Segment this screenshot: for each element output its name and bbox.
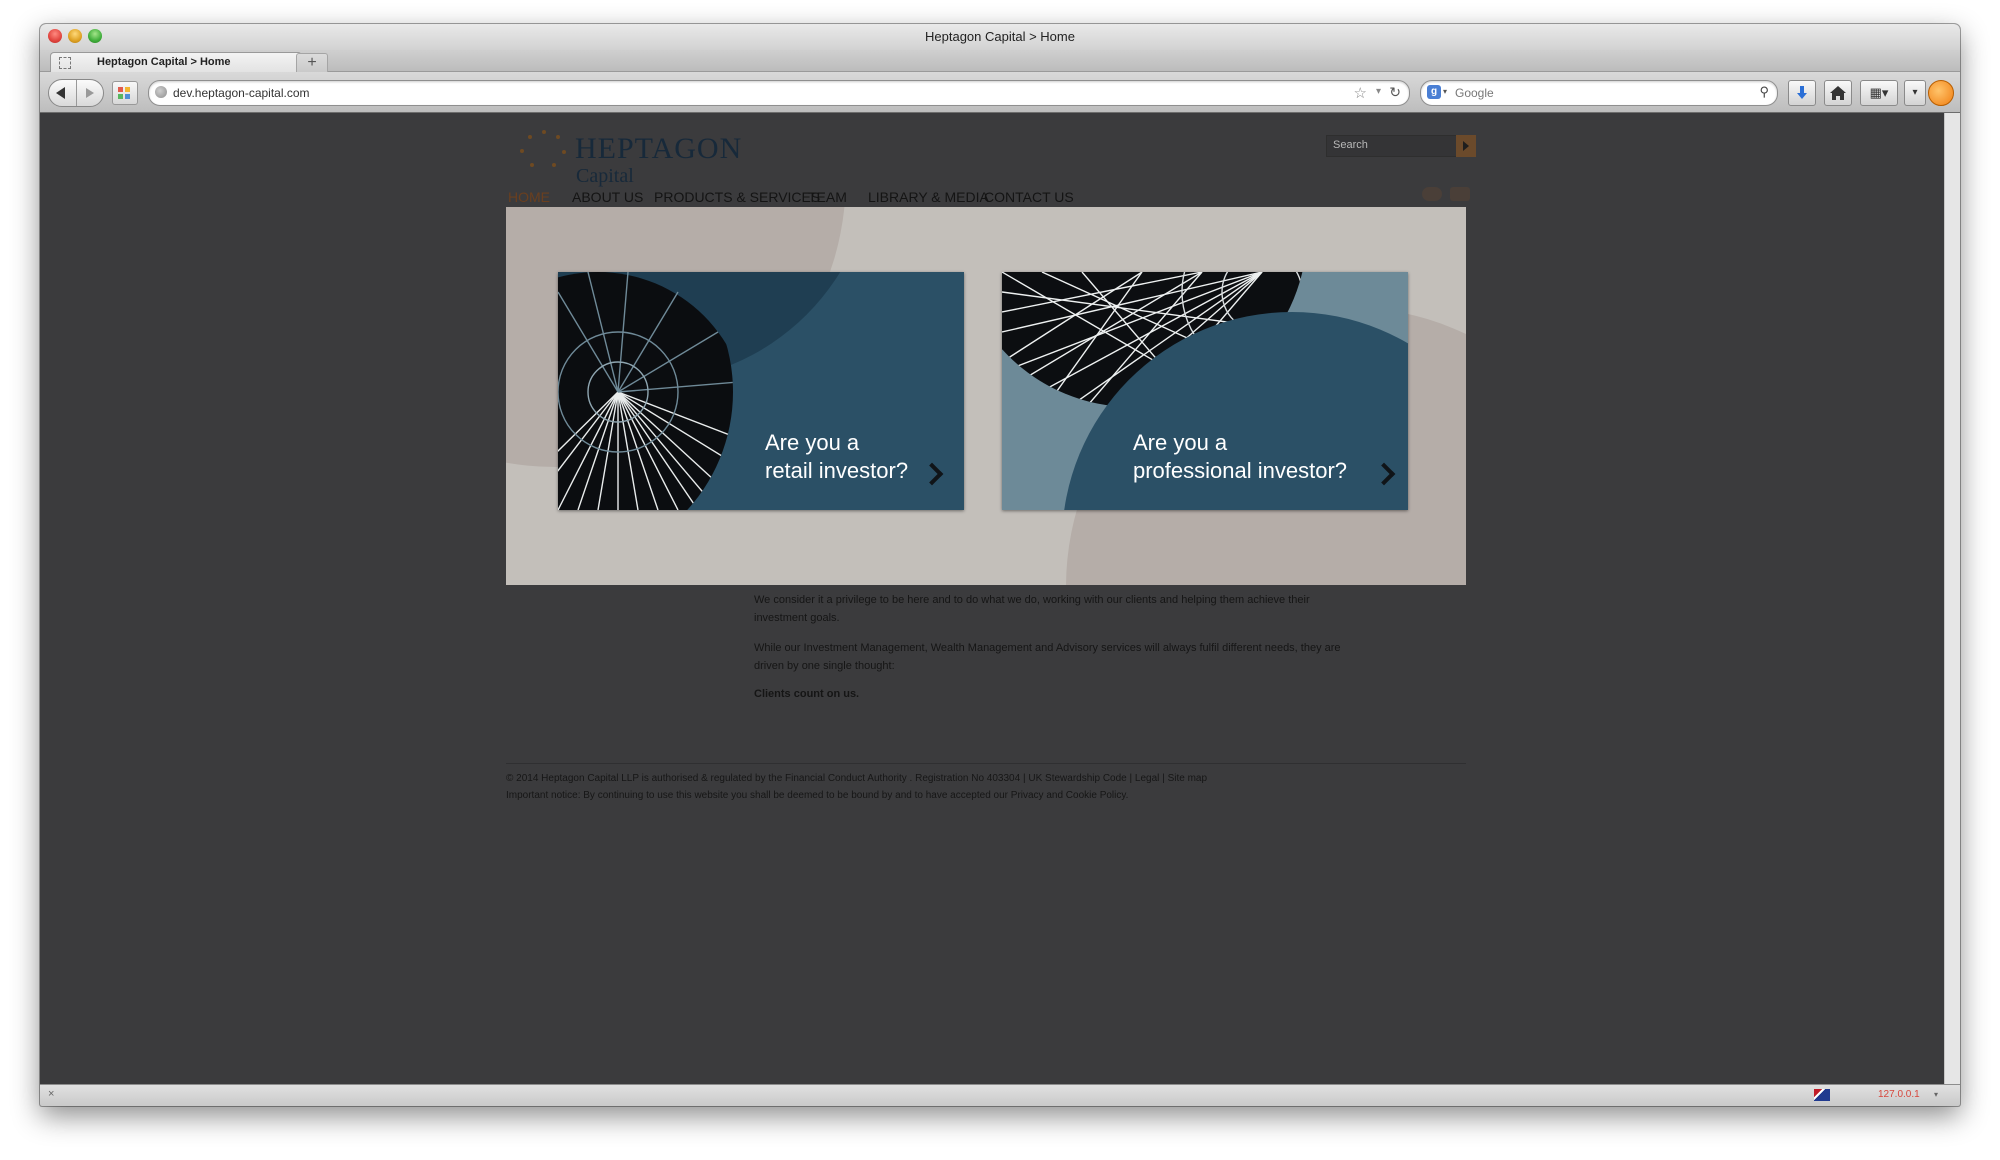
retail-card-line-1: Are you a <box>765 430 860 455</box>
tools-menu-button[interactable]: ▾ <box>1904 80 1926 106</box>
uk-flag-icon[interactable] <box>1814 1089 1830 1101</box>
status-bar: × 127.0.0.1 ▾ <box>40 1084 1960 1106</box>
intro-paragraph-1-line-2: investment goals. <box>754 612 840 624</box>
reload-icon[interactable]: ↻ <box>1389 84 1401 101</box>
nav-about-us[interactable]: ABOUT US <box>572 189 643 205</box>
tab-heptagon-home[interactable]: Heptagon Capital > Home <box>50 52 302 73</box>
nav-products-services[interactable]: PRODUCTS & SERVICES <box>654 189 820 205</box>
footer-copyright: © 2014 Heptagon Capital LLP is authorise… <box>506 773 1021 784</box>
site-search-submit-button[interactable] <box>1456 135 1476 157</box>
nav-toolbar: dev.heptagon-capital.com ☆ ▾ ↻ g ▾ Googl… <box>40 72 1960 113</box>
footer-stewardship-link[interactable]: UK Stewardship Code <box>1028 773 1126 784</box>
back-arrow-icon[interactable] <box>49 80 77 106</box>
addon-button[interactable]: ▦▾ <box>1860 80 1898 106</box>
engine-dropdown-icon[interactable]: ▾ <box>1443 87 1447 96</box>
home-button[interactable] <box>1824 80 1852 106</box>
site-identity-icon[interactable] <box>155 86 167 98</box>
investor-type-overlay: Are you a retail investor? Are you a pro… <box>506 207 1466 585</box>
print-icon[interactable] <box>1422 187 1442 201</box>
page-viewport: HEPTAGON Capital Search HOME ABOUT US PR… <box>40 113 1944 1084</box>
intro-paragraph-1-line-1: We consider it a privilege to be here an… <box>754 594 1310 606</box>
page-favicon-icon <box>59 57 71 69</box>
browser-window: Heptagon Capital > Home Heptagon Capital… <box>40 24 1960 1106</box>
forward-arrow-icon[interactable] <box>77 80 103 106</box>
close-addon-bar-icon[interactable]: × <box>48 1088 54 1100</box>
vertical-scrollbar[interactable] <box>1944 113 1960 1084</box>
footer-legal-link[interactable]: Legal <box>1135 773 1159 784</box>
tab-bar: Heptagon Capital > Home + <box>40 50 1960 73</box>
footer-notice: Important notice: By continuing to use t… <box>506 790 1129 801</box>
nav-library-media[interactable]: LIBRARY & MEDIA <box>868 189 989 205</box>
history-buttons <box>48 79 104 107</box>
star-icon[interactable]: ☆ <box>1354 84 1367 102</box>
web-search-field[interactable]: g ▾ Google ⚲ <box>1420 80 1778 106</box>
address-bar[interactable]: dev.heptagon-capital.com ☆ ▾ ↻ <box>148 80 1410 106</box>
magnifier-icon[interactable]: ⚲ <box>1759 84 1769 100</box>
intro-paragraph-2-line-2: driven by one single thought: <box>754 660 895 672</box>
tagline: Clients count on us. <box>754 688 860 700</box>
app-tab-grid-icon[interactable] <box>112 81 138 105</box>
site-search-input[interactable]: Search <box>1326 135 1458 157</box>
ip-dropdown-icon[interactable]: ▾ <box>1934 1090 1938 1099</box>
title-bar: Heptagon Capital > Home <box>40 24 1960 50</box>
google-engine-icon[interactable]: g <box>1427 85 1441 99</box>
tab-title: Heptagon Capital > Home <box>97 56 231 68</box>
professional-card-line-2: professional investor? <box>1133 458 1348 483</box>
download-icon <box>1797 86 1807 99</box>
logo-wordmark[interactable]: HEPTAGON <box>575 132 742 166</box>
nav-contact-us[interactable]: CONTACT US <box>984 189 1074 205</box>
tools-icon: ▾ <box>1912 87 1918 98</box>
retail-card-line-2: retail investor? <box>765 458 909 483</box>
site-search-placeholder: Search <box>1333 139 1368 151</box>
logo-subtitle[interactable]: Capital <box>576 165 634 188</box>
nav-team[interactable]: TEAM <box>808 189 847 205</box>
nav-home[interactable]: HOME <box>508 189 550 205</box>
ghostery-icon[interactable] <box>1928 80 1954 106</box>
home-icon <box>1830 86 1846 100</box>
intro-paragraph-2-line-1: While our Investment Management, Wealth … <box>754 642 1341 654</box>
retail-investor-card[interactable]: Are you a retail investor? <box>558 272 964 510</box>
url-text: dev.heptagon-capital.com <box>173 86 310 100</box>
download-button[interactable] <box>1788 80 1816 106</box>
server-ip-readout[interactable]: 127.0.0.1 <box>1878 1089 1920 1100</box>
search-placeholder: Google <box>1455 86 1494 100</box>
email-icon[interactable] <box>1450 187 1470 201</box>
intro-paragraph-1: We consider it a privilege to be here an… <box>754 591 1404 627</box>
addon-icon: ▦▾ <box>1869 85 1889 100</box>
footer-divider <box>506 763 1466 764</box>
professional-card-line-1: Are you a <box>1133 430 1228 455</box>
new-tab-button[interactable]: + <box>296 53 328 72</box>
footer-sitemap-link[interactable]: Site map <box>1168 773 1207 784</box>
intro-paragraph-2: While our Investment Management, Wealth … <box>754 639 1404 675</box>
window-title: Heptagon Capital > Home <box>925 29 1075 44</box>
footer-links-line: © 2014 Heptagon Capital LLP is authorise… <box>506 773 1207 784</box>
history-dropdown-icon[interactable]: ▾ <box>1376 86 1381 97</box>
professional-investor-card[interactable]: Are you a professional investor? <box>1002 272 1408 510</box>
